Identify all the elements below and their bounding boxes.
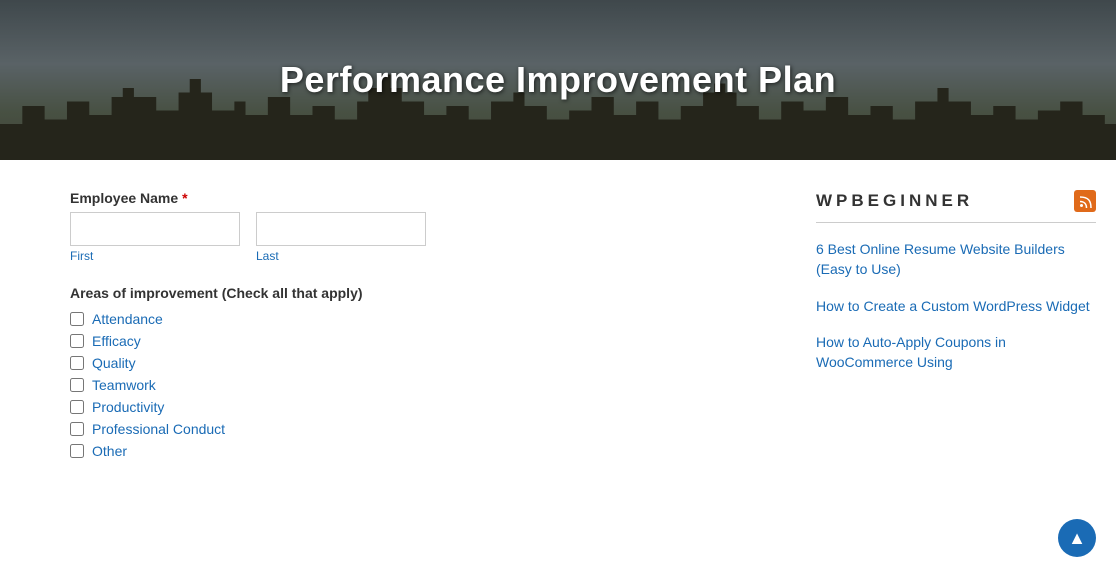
sidebar-link-item[interactable]: How to Auto-Apply Coupons in WooCommerce… <box>816 332 1096 373</box>
sidebar-links: 6 Best Online Resume Website Builders (E… <box>816 239 1096 372</box>
checkbox-item: Efficacy <box>70 333 776 349</box>
sidebar-brand: WPBEGINNER <box>816 191 973 211</box>
sidebar-section: WPBEGINNER 6 Best Online Resume Website … <box>816 190 1096 459</box>
checkbox-label-1[interactable]: Efficacy <box>92 333 141 349</box>
scroll-to-top-button[interactable]: ▲ <box>1058 519 1096 557</box>
checkbox-label-6[interactable]: Other <box>92 443 127 459</box>
checkbox-cb_teamwork[interactable] <box>70 378 84 392</box>
sidebar-link-item[interactable]: 6 Best Online Resume Website Builders (E… <box>816 239 1096 280</box>
checkbox-label-4[interactable]: Productivity <box>92 399 164 415</box>
checkbox-cb_productivity[interactable] <box>70 400 84 414</box>
checkbox-list: Attendance Efficacy Quality Teamwork Product… <box>70 311 776 459</box>
first-name-input[interactable] <box>70 212 240 246</box>
checkbox-label-3[interactable]: Teamwork <box>92 377 156 393</box>
last-name-wrap: Last <box>256 212 426 263</box>
main-content: Employee Name * First Last Areas of impr… <box>0 160 1116 479</box>
checkbox-item: Professional Conduct <box>70 421 776 437</box>
scroll-top-icon: ▲ <box>1068 528 1086 549</box>
checkbox-cb_efficacy[interactable] <box>70 334 84 348</box>
checkbox-item: Other <box>70 443 776 459</box>
checkbox-cb_professional[interactable] <box>70 422 84 436</box>
form-section: Employee Name * First Last Areas of impr… <box>70 190 776 459</box>
sidebar-link-item[interactable]: How to Create a Custom WordPress Widget <box>816 296 1096 316</box>
first-name-label: First <box>70 249 240 263</box>
checkbox-label-0[interactable]: Attendance <box>92 311 163 327</box>
last-name-input[interactable] <box>256 212 426 246</box>
areas-of-improvement-label: Areas of improvement (Check all that app… <box>70 285 776 301</box>
name-fields: First Last <box>70 212 776 263</box>
checkbox-cb_quality[interactable] <box>70 356 84 370</box>
required-marker: * <box>182 190 187 206</box>
rss-icon[interactable] <box>1074 190 1096 212</box>
checkbox-cb_attendance[interactable] <box>70 312 84 326</box>
checkbox-item: Attendance <box>70 311 776 327</box>
checkbox-item: Quality <box>70 355 776 371</box>
checkbox-cb_other[interactable] <box>70 444 84 458</box>
page-title: Performance Improvement Plan <box>280 59 836 101</box>
checkbox-item: Productivity <box>70 399 776 415</box>
checkbox-label-5[interactable]: Professional Conduct <box>92 421 225 437</box>
last-name-label: Last <box>256 249 426 263</box>
sidebar-header: WPBEGINNER <box>816 190 1096 223</box>
employee-name-label: Employee Name * <box>70 190 776 206</box>
header-banner: Performance Improvement Plan <box>0 0 1116 160</box>
checkbox-label-2[interactable]: Quality <box>92 355 136 371</box>
checkbox-item: Teamwork <box>70 377 776 393</box>
first-name-wrap: First <box>70 212 240 263</box>
